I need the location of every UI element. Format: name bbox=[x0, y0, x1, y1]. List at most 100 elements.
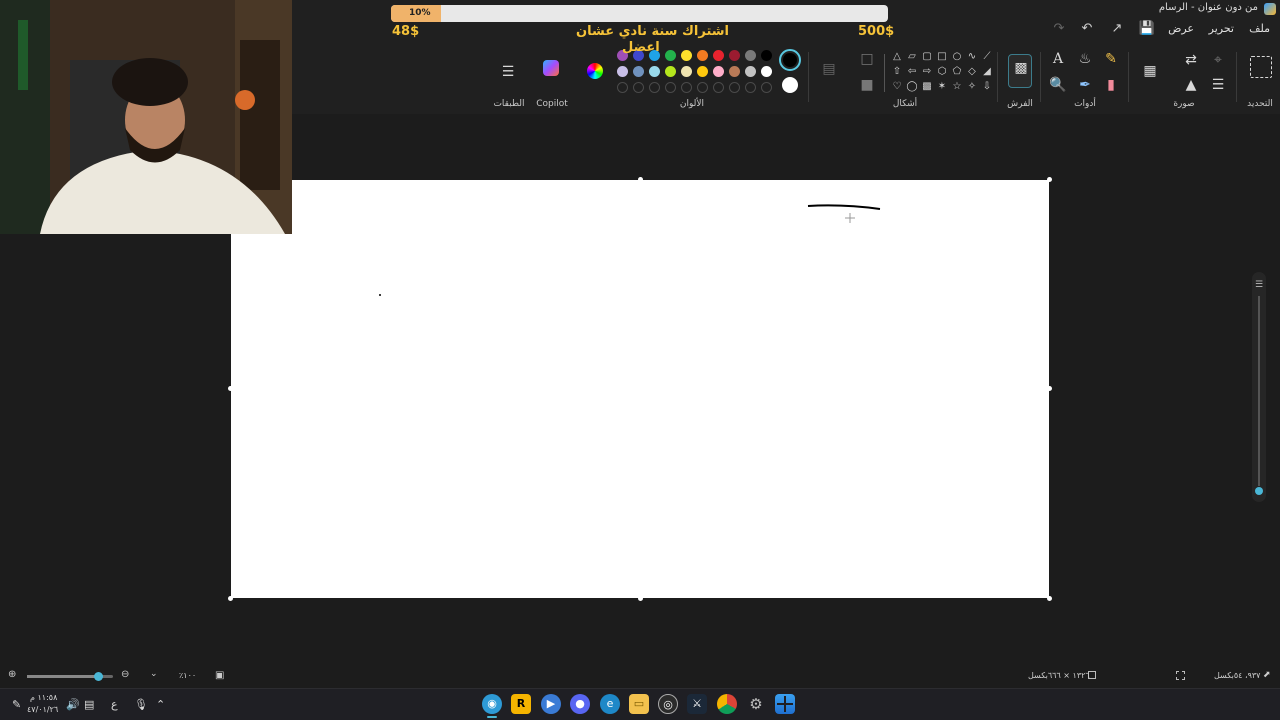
edit-colors-icon[interactable] bbox=[587, 63, 603, 79]
start-menu-icon[interactable] bbox=[775, 694, 795, 714]
undo-icon[interactable]: ↶ bbox=[1078, 20, 1096, 38]
text-icon[interactable]: A bbox=[1047, 48, 1069, 70]
microphone-icon[interactable]: 🎙 bbox=[134, 698, 148, 711]
clock-time[interactable]: ١١:٥٨ م bbox=[30, 693, 57, 702]
star5-shape-icon[interactable]: ☆ bbox=[950, 80, 964, 94]
triangle-shape-icon[interactable]: △ bbox=[890, 50, 904, 64]
brush-button[interactable]: ▩ bbox=[1008, 54, 1032, 88]
pentagon-shape-icon[interactable]: ⬠ bbox=[950, 65, 964, 79]
diamond-shape-icon[interactable]: ◇ bbox=[965, 65, 979, 79]
edge-browser-icon[interactable]: e bbox=[600, 694, 620, 714]
save-icon[interactable]: 💾 bbox=[1138, 20, 1156, 38]
color-picker-icon[interactable]: ✒ bbox=[1074, 74, 1096, 96]
steam-icon[interactable]: ⚔ bbox=[687, 694, 707, 714]
zoom-in-icon[interactable]: ⊕ bbox=[8, 669, 16, 680]
primary-color-swatch[interactable] bbox=[779, 49, 801, 71]
magnifier-icon[interactable]: 🔍 bbox=[1047, 74, 1069, 96]
discord-icon[interactable]: ● bbox=[570, 694, 590, 714]
slider-thumb[interactable] bbox=[1255, 487, 1263, 495]
shape-fill-icon[interactable]: ■ bbox=[856, 74, 878, 96]
fill-bucket-icon[interactable]: ♨ bbox=[1074, 48, 1096, 70]
star6-shape-icon[interactable]: ✶ bbox=[935, 80, 949, 94]
custom-color-slot[interactable] bbox=[729, 82, 740, 93]
palette-swatch[interactable] bbox=[697, 50, 708, 61]
resize-handle[interactable] bbox=[638, 596, 643, 601]
select-rectangle-icon[interactable] bbox=[1250, 56, 1272, 78]
palette-swatch[interactable] bbox=[745, 66, 756, 77]
copilot-icon[interactable] bbox=[543, 60, 559, 76]
shape-size-icon[interactable]: ▤ bbox=[818, 58, 840, 80]
zoom-level[interactable]: ٪١٠٠ bbox=[179, 671, 196, 680]
palette-swatch[interactable] bbox=[761, 50, 772, 61]
eraser-icon[interactable]: ▮ bbox=[1100, 74, 1122, 96]
hexagon-shape-icon[interactable]: ⬡ bbox=[935, 65, 949, 79]
shape-outline-icon[interactable]: □ bbox=[856, 48, 878, 70]
palette-swatch[interactable] bbox=[729, 50, 740, 61]
layers-icon[interactable]: ☰ bbox=[497, 61, 519, 83]
rotate-icon[interactable]: ▲ bbox=[1180, 74, 1202, 96]
callout-rect-shape-icon[interactable]: ▩ bbox=[920, 80, 934, 94]
palette-swatch[interactable] bbox=[697, 66, 708, 77]
clock-date[interactable]: ٤٧/٠١/٢٦ bbox=[27, 705, 58, 714]
file-explorer-icon[interactable]: ▭ bbox=[629, 694, 649, 714]
palette-swatch[interactable] bbox=[681, 66, 692, 77]
rounded-rect-shape-icon[interactable]: ▢ bbox=[920, 50, 934, 64]
rectangle-shape-icon[interactable]: □ bbox=[935, 50, 949, 64]
show-hidden-icons[interactable]: ⌃ bbox=[156, 698, 165, 711]
zoom-slider[interactable] bbox=[27, 672, 113, 681]
fit-to-window-icon[interactable]: ▣ bbox=[215, 670, 224, 681]
palette-swatch[interactable] bbox=[665, 50, 676, 61]
palette-swatch[interactable] bbox=[713, 50, 724, 61]
resize-handle[interactable] bbox=[228, 386, 233, 391]
palette-swatch[interactable] bbox=[665, 66, 676, 77]
drawing-canvas[interactable] bbox=[231, 180, 1049, 598]
share-icon[interactable]: ↗ bbox=[1108, 20, 1126, 38]
resize-handle[interactable] bbox=[1047, 177, 1052, 182]
custom-color-slot[interactable] bbox=[617, 82, 628, 93]
resize-handle[interactable] bbox=[228, 596, 233, 601]
menu-file[interactable]: ملف bbox=[1249, 22, 1270, 35]
media-player-icon[interactable]: ▶ bbox=[541, 694, 561, 714]
arrow-down-shape-icon[interactable]: ⇩ bbox=[980, 80, 994, 94]
curve-shape-icon[interactable]: ∿ bbox=[965, 50, 979, 64]
palette-swatch[interactable] bbox=[745, 50, 756, 61]
resize-handle[interactable] bbox=[638, 177, 643, 182]
palette-swatch[interactable] bbox=[713, 66, 724, 77]
custom-color-slot[interactable] bbox=[745, 82, 756, 93]
custom-color-slot[interactable] bbox=[761, 82, 772, 93]
custom-color-slot[interactable] bbox=[681, 82, 692, 93]
callout-oval-shape-icon[interactable]: ◯ bbox=[905, 80, 919, 94]
arrow-left-shape-icon[interactable]: ⇦ bbox=[905, 65, 919, 79]
arrow-up-shape-icon[interactable]: ⇧ bbox=[890, 65, 904, 79]
heart-shape-icon[interactable]: ♡ bbox=[890, 80, 904, 94]
right-triangle-shape-icon[interactable]: ◢ bbox=[980, 65, 994, 79]
resize-icon[interactable]: ⇄ bbox=[1180, 49, 1202, 71]
network-icon[interactable]: ▤ bbox=[84, 698, 94, 711]
image-select-icon[interactable]: ▦ bbox=[1139, 60, 1161, 82]
paint-app-icon[interactable]: ◉ bbox=[482, 694, 502, 714]
volume-icon[interactable]: 🔊 bbox=[66, 698, 80, 711]
notification-icon[interactable]: ✎ bbox=[12, 698, 21, 711]
secondary-color-swatch[interactable] bbox=[782, 77, 798, 93]
redo-icon[interactable]: ↷ bbox=[1050, 20, 1068, 38]
chrome-icon[interactable] bbox=[717, 694, 737, 714]
palette-swatch[interactable] bbox=[729, 66, 740, 77]
polygon-shape-icon[interactable]: ▱ bbox=[905, 50, 919, 64]
oval-shape-icon[interactable]: ○ bbox=[950, 50, 964, 64]
line-shape-icon[interactable]: ⟋ bbox=[980, 50, 994, 64]
input-language[interactable]: ع bbox=[111, 698, 118, 711]
zoom-dropdown-icon[interactable]: ⌄ bbox=[150, 669, 158, 679]
rockstar-launcher-icon[interactable]: R bbox=[511, 694, 531, 714]
palette-swatch[interactable] bbox=[633, 66, 644, 77]
custom-color-slot[interactable] bbox=[633, 82, 644, 93]
star4-shape-icon[interactable]: ✧ bbox=[965, 80, 979, 94]
custom-color-slot[interactable] bbox=[697, 82, 708, 93]
custom-color-slot[interactable] bbox=[713, 82, 724, 93]
brush-size-slider[interactable]: ☰ bbox=[1252, 272, 1266, 502]
settings-icon[interactable]: ⚙ bbox=[746, 694, 766, 714]
menu-view[interactable]: عرض bbox=[1168, 22, 1194, 35]
palette-swatch[interactable] bbox=[761, 66, 772, 77]
resize-handle[interactable] bbox=[1047, 386, 1052, 391]
palette-swatch[interactable] bbox=[649, 66, 660, 77]
resize-handle[interactable] bbox=[1047, 596, 1052, 601]
